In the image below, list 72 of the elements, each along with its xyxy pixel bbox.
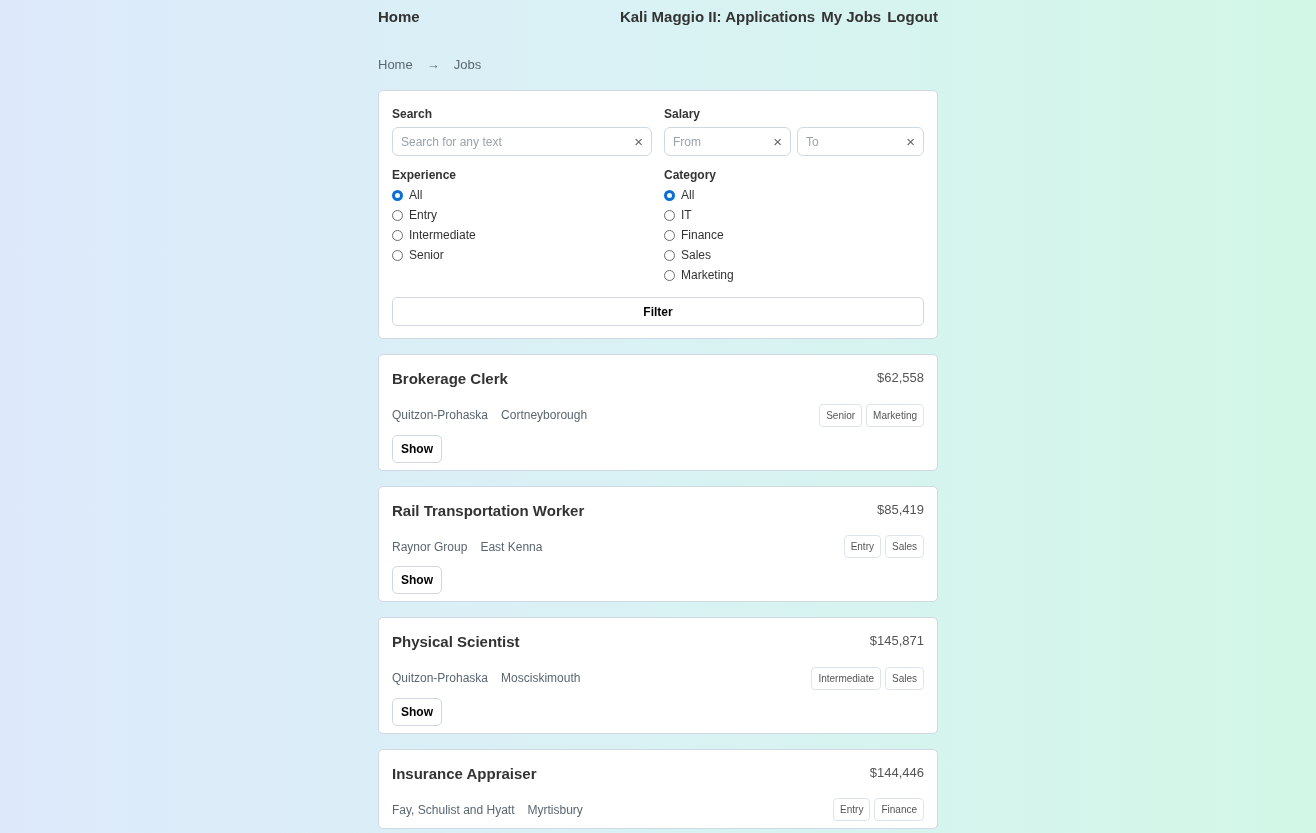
radio-option[interactable]: Entry bbox=[392, 205, 652, 225]
salary-field[interactable]: From × bbox=[664, 127, 791, 156]
job-location: Cortneyborough bbox=[501, 407, 588, 424]
radio-label: Marketing bbox=[681, 267, 734, 284]
job-tag: Sales bbox=[885, 666, 924, 690]
breadcrumb-current: Jobs bbox=[453, 56, 482, 75]
radio-option[interactable]: Senior bbox=[392, 245, 652, 265]
radio-button[interactable] bbox=[664, 209, 675, 221]
company-name: Fay, Schulist and Hyatt bbox=[392, 801, 515, 819]
radio-option[interactable]: Marketing bbox=[664, 265, 924, 285]
radio-option[interactable]: All bbox=[664, 185, 924, 205]
nav-link[interactable]: My Jobs bbox=[821, 5, 882, 29]
job-salary: $62,558 bbox=[877, 369, 924, 387]
radio-button[interactable] bbox=[664, 229, 675, 241]
radio-label: All bbox=[409, 187, 423, 204]
job-tag: Entry bbox=[833, 798, 871, 821]
radio-label: Entry bbox=[409, 207, 437, 224]
group-label: Category bbox=[664, 167, 717, 184]
radio-label: Senior bbox=[409, 247, 444, 264]
radio-button[interactable] bbox=[392, 249, 403, 261]
radio-option[interactable]: Intermediate bbox=[392, 225, 652, 245]
job-title: Rail Transportation Worker bbox=[392, 500, 585, 521]
job-tag: Entry bbox=[843, 535, 881, 558]
job-tag: Senior bbox=[819, 403, 863, 427]
radio-label: IT bbox=[681, 207, 692, 224]
show-button[interactable]: Show bbox=[392, 697, 442, 726]
show-button[interactable]: Show bbox=[392, 566, 442, 594]
clear-icon[interactable]: × bbox=[906, 134, 915, 149]
job-salary: $144,446 bbox=[869, 763, 924, 782]
radio-label: Finance bbox=[681, 227, 724, 244]
job-tag: Intermediate bbox=[811, 666, 881, 690]
job-salary: $85,419 bbox=[877, 500, 924, 519]
job-title: Insurance Appraiser bbox=[392, 763, 537, 784]
radio-option[interactable]: All bbox=[392, 185, 652, 205]
radio-button[interactable] bbox=[664, 189, 675, 201]
job-tag: Marketing bbox=[866, 403, 924, 427]
job-location: Mosciskimouth bbox=[501, 670, 581, 687]
group-label: Experience bbox=[392, 167, 458, 184]
radio-label: Intermediate bbox=[409, 227, 476, 244]
radio-option[interactable]: IT bbox=[664, 205, 924, 225]
show-button[interactable]: Show bbox=[392, 434, 442, 463]
breadcrumb-separator: → bbox=[426, 56, 440, 75]
radio-label: Sales bbox=[681, 247, 712, 264]
nav-link[interactable]: Logout bbox=[887, 5, 938, 29]
job-location: Myrtisbury bbox=[527, 801, 583, 819]
radio-label: All bbox=[681, 187, 695, 204]
radio-button[interactable] bbox=[392, 189, 403, 201]
salary-field[interactable]: To × bbox=[797, 127, 924, 156]
home-link[interactable]: Home bbox=[378, 5, 420, 29]
radio-button[interactable] bbox=[392, 229, 403, 241]
radio-option[interactable]: Sales bbox=[664, 245, 924, 265]
company-name: Quitzon-Prohaska bbox=[392, 670, 489, 687]
job-tag: Sales bbox=[885, 535, 924, 558]
clear-icon[interactable]: × bbox=[773, 134, 782, 149]
job-location: East Kenna bbox=[480, 538, 543, 556]
filter-button[interactable]: Filter bbox=[392, 297, 924, 326]
job-tag: Finance bbox=[874, 798, 924, 821]
field-label: Salary bbox=[664, 106, 702, 123]
radio-option[interactable]: Finance bbox=[664, 225, 924, 245]
field-label: Search bbox=[392, 106, 434, 123]
company-name: Raynor Group bbox=[392, 538, 468, 556]
company-name: Quitzon-Prohaska bbox=[392, 407, 489, 424]
job-title: Physical Scientist bbox=[392, 632, 520, 652]
nav-link[interactable]: Kali Maggio II: Applications bbox=[619, 5, 816, 29]
radio-button[interactable] bbox=[392, 209, 403, 221]
radio-button[interactable] bbox=[664, 269, 675, 281]
job-title: Brokerage Clerk bbox=[392, 369, 508, 389]
clear-icon[interactable]: × bbox=[634, 134, 643, 149]
radio-button[interactable] bbox=[664, 249, 675, 261]
search-field[interactable]: Search for any text × bbox=[392, 127, 652, 156]
breadcrumb-link[interactable]: Home bbox=[378, 55, 413, 75]
job-salary: $145,871 bbox=[869, 632, 924, 650]
